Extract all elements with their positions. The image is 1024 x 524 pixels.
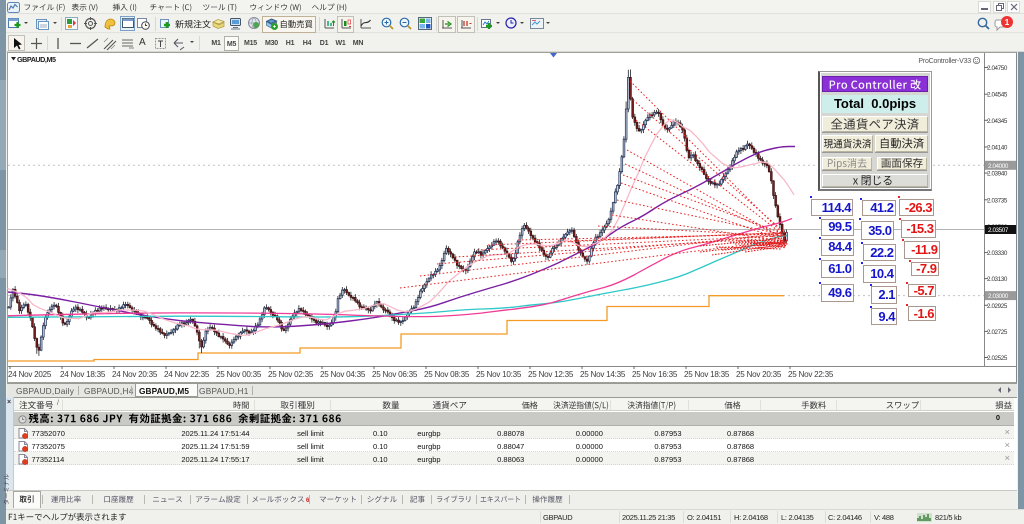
svg-text:2.03507: 2.03507 [988, 227, 1009, 234]
svg-text:2.02725: 2.02725 [987, 329, 1008, 336]
svg-text:2.04140: 2.04140 [987, 145, 1008, 152]
svg-text:25 Nov 08:35: 25 Nov 08:35 [424, 370, 470, 379]
svg-text:2.03735: 2.03735 [987, 197, 1008, 204]
svg-text:25 Nov 04:35: 25 Nov 04:35 [320, 370, 366, 379]
svg-text:25 Nov 14:35: 25 Nov 14:35 [580, 370, 626, 379]
svg-text:24 Nov 22:35: 24 Nov 22:35 [164, 370, 210, 379]
svg-text:25 Nov 16:35: 25 Nov 16:35 [632, 370, 678, 379]
svg-text:25 Nov 10:35: 25 Nov 10:35 [476, 370, 522, 379]
svg-text:25 Nov 02:35: 25 Nov 02:35 [268, 370, 314, 379]
svg-text:2.02925: 2.02925 [987, 303, 1008, 310]
svg-text:2.03940: 2.03940 [987, 171, 1008, 178]
svg-text:25 Nov 18:35: 25 Nov 18:35 [684, 370, 730, 379]
svg-text:2.04750: 2.04750 [987, 65, 1008, 72]
svg-text:ProController-V33: ProController-V33 [918, 58, 971, 65]
svg-text:2.03330: 2.03330 [987, 250, 1008, 257]
svg-text:GBPAUD,M5: GBPAUD,M5 [17, 55, 56, 64]
svg-text:2.04000: 2.04000 [988, 163, 1009, 170]
svg-text:24 Nov 20:35: 24 Nov 20:35 [112, 370, 158, 379]
svg-text:25 Nov 20:35: 25 Nov 20:35 [736, 370, 782, 379]
svg-text:2.04345: 2.04345 [987, 118, 1008, 125]
svg-text:2.03000: 2.03000 [988, 293, 1009, 300]
svg-text:2.03130: 2.03130 [987, 276, 1008, 283]
svg-text:2.02525: 2.02525 [987, 355, 1008, 362]
svg-text:2.04545: 2.04545 [987, 92, 1008, 99]
svg-text:25 Nov 22:35: 25 Nov 22:35 [788, 370, 834, 379]
svg-text:25 Nov 12:35: 25 Nov 12:35 [528, 370, 574, 379]
svg-text:24 Nov 18:35: 24 Nov 18:35 [60, 370, 106, 379]
svg-text:24 Nov 2025: 24 Nov 2025 [8, 370, 52, 379]
svg-text:25 Nov 00:35: 25 Nov 00:35 [216, 370, 262, 379]
svg-text:25 Nov 06:35: 25 Nov 06:35 [372, 370, 418, 379]
